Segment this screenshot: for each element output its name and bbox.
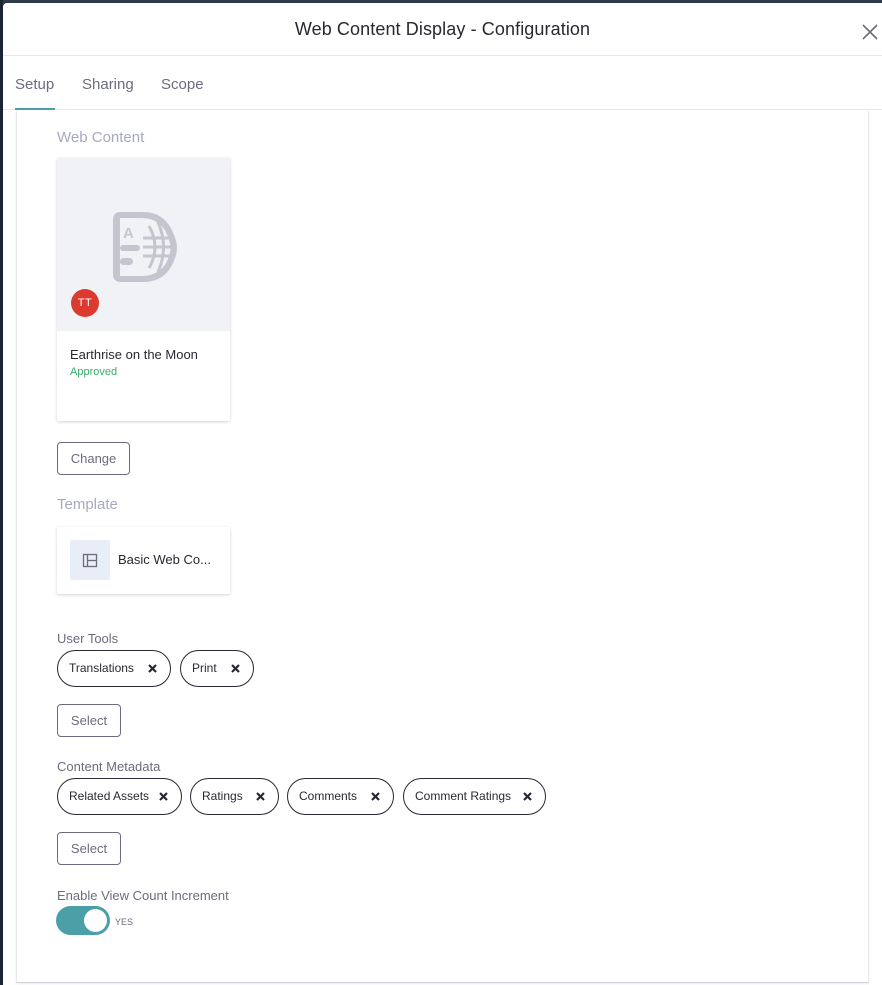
chip-label: Print — [192, 661, 217, 675]
web-content-card[interactable]: A TT Earthrise on the Moon Approved — [57, 158, 230, 421]
tab-bar: Setup Sharing Scope — [3, 57, 882, 110]
user-tool-chip-print: Print — [180, 650, 254, 687]
user-tool-chip-translations: Translations — [57, 650, 171, 687]
view-count-toggle-state: YES — [115, 917, 134, 927]
web-content-document-icon: A — [113, 212, 177, 282]
configuration-modal: Web Content Display - Configuration Setu… — [3, 3, 882, 985]
template-name: Basic Web Co... — [118, 552, 211, 567]
web-content-status: Approved — [70, 366, 118, 378]
tab-setup[interactable]: Setup — [15, 76, 54, 93]
active-tab-indicator — [15, 108, 55, 110]
svg-text:A: A — [123, 225, 134, 242]
toggle-knob — [84, 909, 107, 932]
view-count-toggle[interactable] — [56, 906, 110, 935]
metadata-chip-ratings: Ratings — [190, 778, 279, 815]
user-tools-label: User Tools — [57, 631, 119, 646]
modal-header: Web Content Display - Configuration — [3, 3, 882, 56]
modal-body: Web Content A TT Earthrise on the Moon A… — [3, 111, 882, 985]
metadata-chip-comments: Comments — [287, 778, 394, 815]
template-card[interactable]: Basic Web Co... — [57, 527, 230, 594]
view-count-label: Enable View Count Increment — [57, 888, 229, 903]
remove-translations-icon[interactable] — [147, 663, 158, 674]
setup-panel: Web Content A TT Earthrise on the Moon A… — [16, 111, 869, 983]
remove-comment-ratings-icon[interactable] — [522, 791, 533, 802]
template-icon-box — [70, 540, 110, 580]
author-avatar: TT — [71, 289, 99, 317]
chip-label: Comment Ratings — [415, 789, 512, 803]
web-content-card-preview: A TT — [57, 158, 230, 331]
remove-comments-icon[interactable] — [370, 791, 381, 802]
close-icon — [862, 24, 878, 40]
change-button[interactable]: Change — [57, 442, 130, 475]
template-layout-icon — [82, 553, 98, 568]
chip-label: Comments — [299, 789, 358, 803]
web-content-title: Earthrise on the Moon — [70, 347, 198, 362]
tab-sharing[interactable]: Sharing — [82, 76, 134, 93]
remove-print-icon[interactable] — [230, 663, 241, 674]
template-section-label: Template — [57, 496, 118, 513]
remove-ratings-icon[interactable] — [255, 791, 266, 802]
web-content-section-label: Web Content — [57, 129, 145, 146]
user-tools-select-button[interactable]: Select — [57, 704, 121, 737]
chip-label: Translations — [69, 661, 134, 675]
metadata-chip-comment-ratings: Comment Ratings — [403, 778, 546, 815]
chip-label: Ratings — [202, 789, 243, 803]
metadata-chip-related-assets: Related Assets — [57, 778, 182, 815]
remove-related-assets-icon[interactable] — [158, 791, 169, 802]
content-metadata-label: Content Metadata — [57, 759, 161, 774]
tab-scope[interactable]: Scope — [161, 76, 204, 93]
content-metadata-select-button[interactable]: Select — [57, 832, 121, 865]
modal-title: Web Content Display - Configuration — [294, 19, 591, 39]
close-button[interactable] — [860, 22, 880, 42]
chip-label: Related Assets — [69, 789, 150, 803]
